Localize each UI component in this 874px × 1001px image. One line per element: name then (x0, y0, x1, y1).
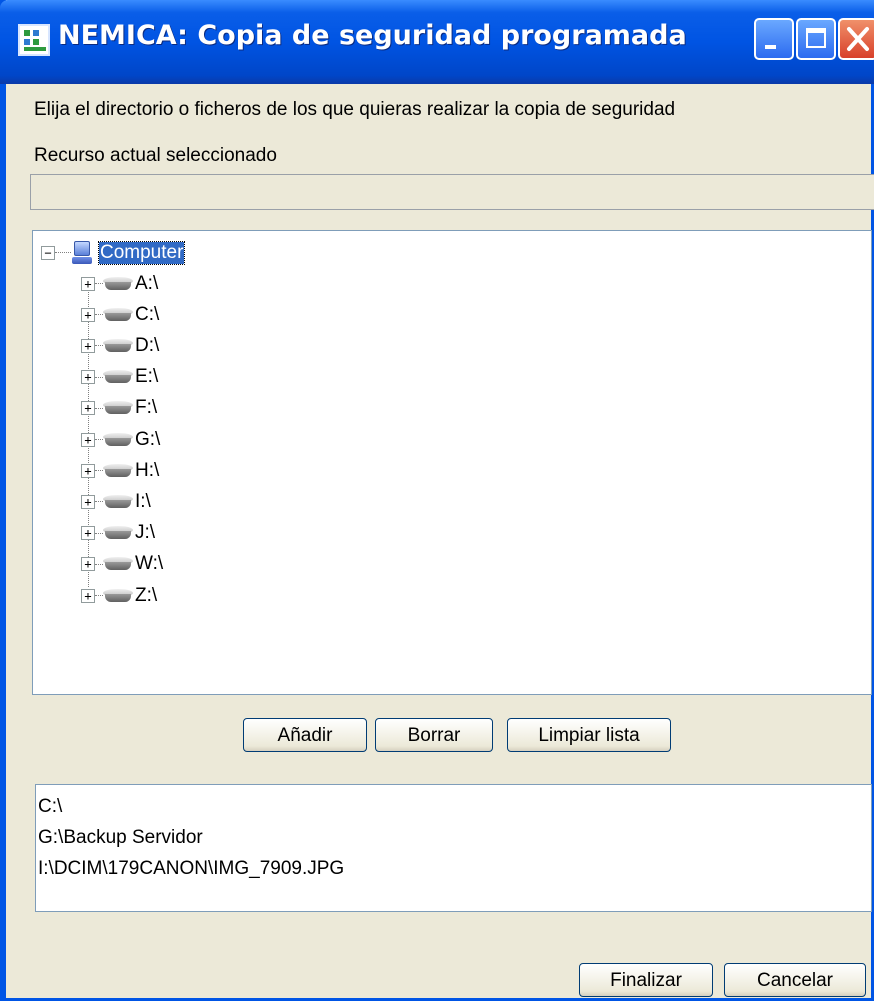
tree-node-drive[interactable]: + E:\ (81, 362, 158, 393)
expand-toggle-icon[interactable]: + (81, 463, 95, 478)
tree-node-label: Computer (97, 240, 186, 265)
list-item[interactable]: I:\DCIM\179CANON\IMG_7909.JPG (38, 853, 869, 884)
expand-toggle-icon[interactable]: + (81, 432, 95, 447)
tree-node-label: E:\ (135, 366, 159, 388)
drive-icon (103, 369, 133, 385)
tree-node-drive[interactable]: + W:\ (81, 549, 163, 580)
expand-toggle-icon[interactable]: + (81, 588, 95, 603)
delete-button[interactable]: Borrar (375, 718, 493, 752)
drive-icon (103, 525, 133, 541)
computer-icon (71, 240, 93, 266)
tree-node-computer[interactable]: − Computer (41, 237, 186, 268)
expand-toggle-icon[interactable]: + (81, 370, 95, 385)
tree-node-drive[interactable]: + H:\ (81, 455, 159, 486)
tree-node-drive[interactable]: + I:\ (81, 486, 151, 517)
tree-node-drive[interactable]: + G:\ (81, 424, 160, 455)
list-item[interactable]: C:\ (38, 791, 869, 822)
list-item[interactable]: G:\Backup Servidor (38, 822, 869, 853)
minimize-button[interactable] (754, 18, 794, 60)
tree-node-drive[interactable]: + J:\ (81, 518, 155, 549)
maximize-icon (806, 28, 826, 48)
drive-icon (103, 463, 133, 479)
expand-toggle-icon[interactable]: + (81, 557, 95, 572)
dialog-content: Elija el directorio o ficheros de los qu… (6, 84, 874, 998)
app-icon (18, 24, 50, 56)
finish-button[interactable]: Finalizar (579, 963, 713, 997)
expand-toggle-icon[interactable]: + (81, 276, 95, 291)
expand-toggle-icon[interactable]: + (81, 338, 95, 353)
drive-icon (103, 494, 133, 510)
drive-icon (103, 556, 133, 572)
maximize-button[interactable] (796, 18, 836, 60)
current-resource-label: Recurso actual seleccionado (34, 145, 277, 166)
expand-toggle-icon[interactable]: + (81, 526, 95, 541)
drive-icon (103, 307, 133, 323)
tree-node-label: Z:\ (135, 584, 158, 606)
tree-node-label: D:\ (135, 334, 160, 356)
close-button[interactable] (838, 18, 874, 60)
tree-node-drive[interactable]: + D:\ (81, 330, 159, 361)
close-icon (847, 27, 869, 51)
tree-node-drive[interactable]: + C:\ (81, 299, 159, 330)
expand-toggle-icon[interactable]: + (81, 307, 95, 322)
drive-icon (103, 432, 133, 448)
title-bar[interactable]: NEMICA: Copia de seguridad programada (0, 0, 874, 84)
tree-node-label: I:\ (135, 490, 151, 512)
cancel-button[interactable]: Cancelar (724, 963, 866, 997)
clear-list-button[interactable]: Limpiar lista (507, 718, 671, 752)
minimize-icon (765, 45, 776, 49)
directory-tree[interactable]: − Computer + A:\ + C:\ + D:\ + E:\ + F:\ + G:\ + H:\ +… (32, 230, 872, 695)
instruction-text: Elija el directorio o ficheros de los qu… (34, 99, 676, 120)
tree-node-label: G:\ (135, 428, 161, 450)
tree-node-label: F:\ (135, 397, 158, 419)
window-title: NEMICA: Copia de seguridad programada (58, 20, 687, 51)
tree-node-label: C:\ (135, 303, 160, 325)
tree-node-drive[interactable]: + Z:\ (81, 580, 157, 611)
selected-paths-list[interactable]: C:\ G:\Backup Servidor I:\DCIM\179CANON\IM… (35, 784, 872, 912)
drive-icon (103, 338, 133, 354)
drive-icon (103, 588, 133, 604)
drive-icon (103, 400, 133, 416)
expand-toggle-icon[interactable]: + (81, 494, 95, 509)
tree-node-label: H:\ (135, 459, 160, 481)
tree-node-label: J:\ (135, 522, 156, 544)
tree-node-drive[interactable]: + A:\ (81, 268, 158, 299)
tree-node-label: A:\ (135, 272, 159, 294)
current-resource-field (30, 174, 874, 210)
expand-toggle-icon[interactable]: + (81, 401, 95, 416)
tree-node-drive[interactable]: + F:\ (81, 393, 157, 424)
add-button[interactable]: Añadir (243, 718, 367, 752)
tree-node-label: W:\ (135, 553, 164, 575)
drive-icon (103, 276, 133, 292)
backup-dialog-window: NEMICA: Copia de seguridad programada El… (0, 0, 874, 1001)
collapse-toggle-icon[interactable]: − (41, 245, 55, 260)
